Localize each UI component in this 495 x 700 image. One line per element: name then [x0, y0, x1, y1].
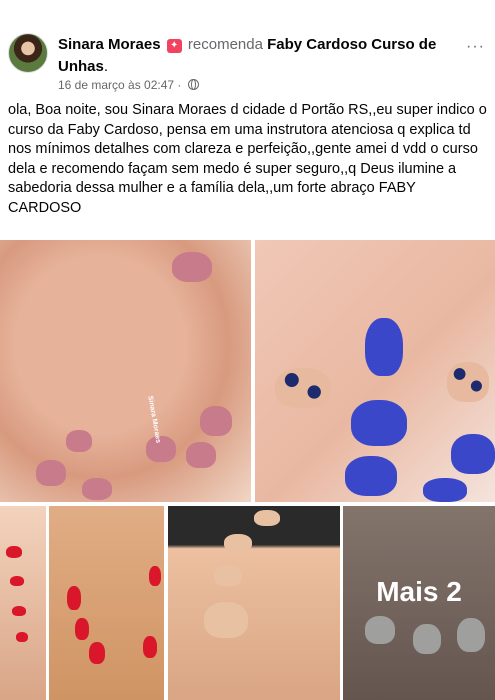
- nail-shape: [204, 602, 248, 638]
- nail-shape: [423, 478, 467, 502]
- photo-grid: Sinara Moraes Mais 2: [0, 240, 495, 700]
- photo-pink-nails[interactable]: Sinara Moraes: [0, 240, 251, 502]
- author-name[interactable]: Sinara Moraes: [58, 36, 161, 53]
- nail-shape: [186, 442, 216, 468]
- nail-shape: [447, 362, 489, 402]
- photo-watermark: Sinara Moraes: [146, 395, 162, 444]
- nail-shape: [143, 636, 157, 658]
- page-suffix: .: [103, 58, 109, 75]
- nail-shape: [451, 434, 495, 474]
- post-header: Sinara Moraes ✦ recomenda Faby Cardoso C…: [0, 0, 495, 96]
- post-meta: 16 de março às 02:47 ·: [58, 77, 199, 93]
- photo-red-nails-hand[interactable]: [49, 506, 164, 700]
- nail-shape: [200, 406, 232, 436]
- nail-shape: [36, 460, 66, 486]
- photo-red-nails-thumb[interactable]: [0, 506, 46, 700]
- nail-shape: [75, 618, 89, 640]
- nail-shape: [89, 642, 105, 664]
- nail-shape: [16, 632, 28, 642]
- post-timestamp[interactable]: 16 de março às 02:47: [58, 78, 174, 92]
- nail-shape: [254, 510, 280, 526]
- nail-shape: [214, 566, 242, 586]
- recommend-badge-icon: ✦: [166, 39, 182, 53]
- more-options-icon[interactable]: ···: [466, 38, 485, 56]
- nail-shape: [82, 478, 112, 500]
- globe-icon[interactable]: [187, 79, 199, 90]
- author-avatar[interactable]: [8, 33, 48, 73]
- photo-toenails[interactable]: [168, 506, 340, 700]
- nail-shape: [66, 430, 92, 452]
- post-body: ola, Boa noite, sou Sinara Moraes d cida…: [8, 102, 487, 216]
- nail-shape: [345, 456, 397, 496]
- more-photos-label[interactable]: Mais 2: [343, 572, 495, 612]
- nail-shape: [6, 546, 22, 558]
- nail-shape: [351, 400, 407, 446]
- nail-shape: [275, 368, 331, 408]
- nail-shape: [149, 566, 161, 586]
- nail-shape: [10, 576, 24, 586]
- nail-shape: [172, 252, 212, 282]
- nail-shape: [67, 586, 81, 610]
- post-title-line: Sinara Moraes ✦ recomenda Faby Cardoso C…: [58, 34, 478, 78]
- nail-shape: [365, 318, 403, 376]
- meta-separator: ·: [177, 78, 182, 92]
- nail-shape: [12, 606, 26, 616]
- recommend-verb: recomenda: [187, 36, 263, 53]
- nail-shape: [224, 534, 252, 552]
- photo-blue-nails[interactable]: [255, 240, 495, 502]
